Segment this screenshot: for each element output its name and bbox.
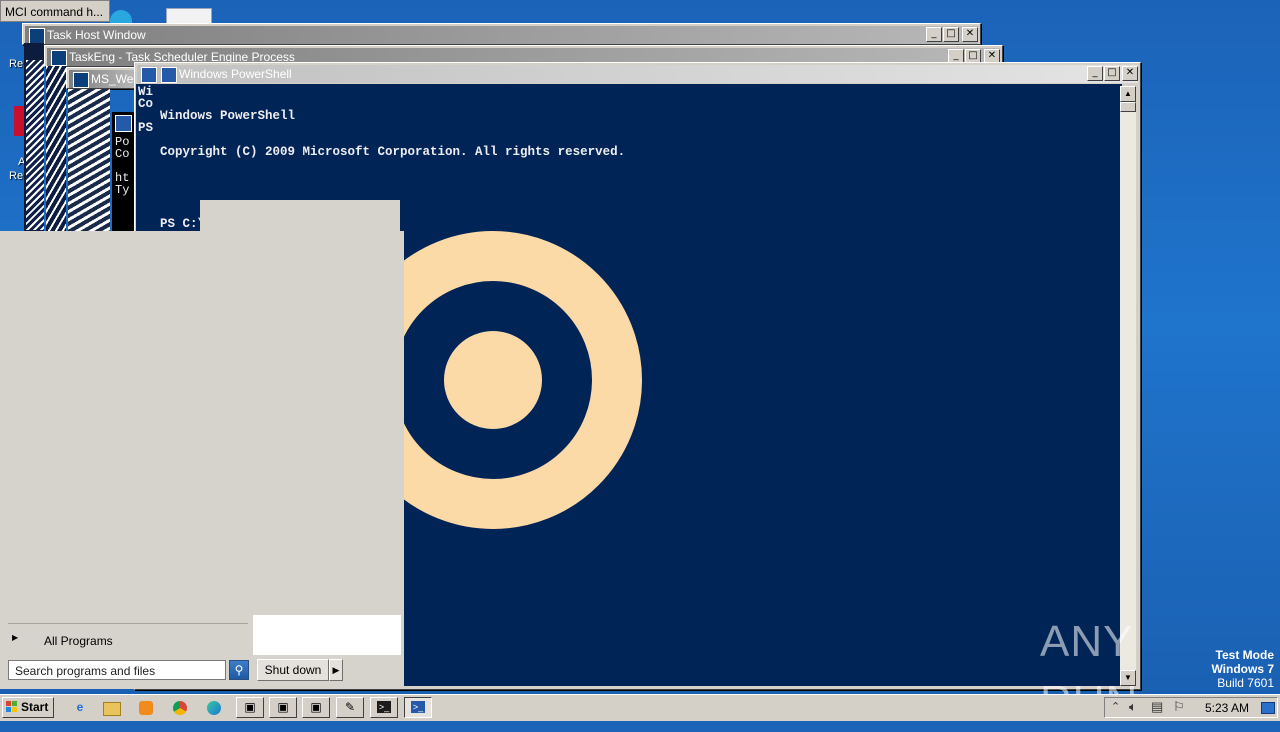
ie-icon[interactable]: e	[66, 697, 94, 718]
window-title: MS_We	[91, 72, 134, 86]
window-icon	[73, 72, 89, 88]
search-input[interactable]: Search programs and files	[8, 660, 226, 680]
titlebar[interactable]: Windows PowerShell	[137, 65, 1138, 83]
os-label: Windows 7	[1211, 662, 1274, 676]
console-fragment: Po Co ht Ty	[115, 136, 129, 196]
console-left-fragments: Wi Co PS	[138, 86, 154, 135]
taskbar-window-powershell-back[interactable]: >_	[370, 697, 398, 718]
desktop-icon-edge[interactable]	[110, 10, 132, 24]
desktop-icon-recycle[interactable]: Re	[6, 40, 26, 80]
chrome-icon[interactable]	[166, 697, 194, 718]
network-icon[interactable]: ▤	[1151, 699, 1163, 715]
titlebar[interactable]: Task Host Window	[25, 26, 978, 44]
test-mode-label: Test Mode	[1215, 648, 1274, 662]
titlebar[interactable]: MS_We	[69, 70, 135, 88]
clock[interactable]: 5:23 AM	[1205, 701, 1249, 715]
console-line: Co	[115, 147, 130, 161]
search-placeholder: Search programs and files	[15, 664, 156, 678]
windows-flag-icon	[6, 701, 17, 712]
start-label: Start	[21, 700, 49, 714]
task-host-window[interactable]: Task Host Window _ □ ✕	[22, 23, 981, 45]
media-player-icon[interactable]	[132, 697, 160, 718]
desktop-icon-label: Re	[9, 170, 24, 182]
chevron-right-icon: ▶	[12, 633, 19, 642]
taskbar: Start e ▣ ▣ ▣ ✎ >_ >_ ⌃ 🔈︎ ▤ ⚐ 5:23 AM	[0, 694, 1280, 721]
minimize-button[interactable]: _	[1087, 66, 1103, 81]
taskbar-window-powershell[interactable]: >_	[404, 697, 432, 718]
shutdown-label: Shut down	[264, 663, 322, 677]
volume-icon[interactable]: 🔈︎	[1129, 699, 1137, 715]
action-center-flag-icon[interactable]: ⚐	[1173, 699, 1185, 715]
taskbar-window-ms-web[interactable]: ▣	[302, 697, 330, 718]
start-button[interactable]: Start	[2, 697, 54, 718]
powershell-icon	[161, 67, 177, 83]
console-line: Copyright (C) 2009 Microsoft Corporation…	[160, 145, 626, 159]
taskbar-window-taskeng[interactable]: ▣	[269, 697, 297, 718]
search-icon[interactable]: ⚲	[229, 660, 249, 680]
desktop-icon-label: Re	[9, 58, 24, 70]
noise-pattern	[26, 60, 44, 230]
taskbar-window-notepad[interactable]: ✎	[336, 697, 364, 718]
maximize-button[interactable]: □	[1104, 66, 1120, 81]
start-menu[interactable]: ▶ All Programs	[0, 231, 404, 689]
test-mode-text: Test Mode Windows 7 Build 7601	[1211, 648, 1274, 690]
powershell-back-window[interactable]: Po Co ht Ty	[112, 112, 136, 231]
build-label: Build 7601	[1217, 676, 1274, 690]
ms-web-window[interactable]: MS_We	[66, 67, 138, 89]
close-button[interactable]: ✕	[962, 27, 978, 42]
vertical-scrollbar[interactable]: ▲ ▼	[1120, 86, 1136, 686]
tooltip-text: MCI command h...	[5, 5, 104, 19]
console-fragment: Co	[138, 97, 154, 111]
shutdown-button[interactable]: Shut down	[257, 659, 329, 681]
noise-pattern	[68, 89, 110, 231]
show-desktop-icon[interactable]	[1261, 702, 1275, 714]
system-tray: ⌃ 🔈︎ ▤ ⚐ 5:23 AM	[1104, 697, 1278, 718]
anyrun-watermark: ANY RUN	[1040, 612, 1240, 726]
taskbar-window-task-host[interactable]: ▣	[236, 697, 264, 718]
minimize-button[interactable]: _	[926, 27, 942, 42]
desktop-icon-acrobat[interactable]: A Re	[6, 100, 26, 182]
window-title: Task Host Window	[47, 28, 146, 42]
window-title: Windows PowerShell	[179, 67, 292, 81]
shutdown-options-button[interactable]: ▶	[329, 659, 343, 681]
console-fragment: PS	[138, 121, 154, 135]
all-programs-item[interactable]: ▶ All Programs	[10, 631, 250, 649]
acrobat-icon	[14, 106, 24, 136]
console-line: Ty	[115, 183, 130, 197]
start-menu-right-pane	[253, 615, 401, 655]
powershell-icon	[141, 67, 157, 83]
console-line: Windows PowerShell	[160, 109, 296, 123]
tray-expand-icon[interactable]: ⌃	[1111, 699, 1120, 715]
edge-icon[interactable]	[200, 697, 228, 718]
noise-pattern	[46, 66, 66, 231]
close-button[interactable]: ✕	[1122, 66, 1138, 81]
powershell-icon	[115, 115, 132, 132]
scroll-thumb[interactable]	[1120, 102, 1136, 112]
start-menu-tab	[200, 200, 400, 234]
scroll-up-button[interactable]: ▲	[1120, 86, 1136, 102]
logo-center-dot	[444, 331, 542, 429]
window-icon	[29, 28, 45, 44]
tooltip: MCI command h...	[0, 0, 110, 22]
window-icon	[51, 50, 67, 66]
explorer-icon[interactable]	[96, 697, 124, 718]
maximize-button[interactable]: □	[943, 27, 959, 42]
all-programs-label: All Programs	[44, 634, 113, 648]
start-menu-divider	[8, 623, 248, 624]
